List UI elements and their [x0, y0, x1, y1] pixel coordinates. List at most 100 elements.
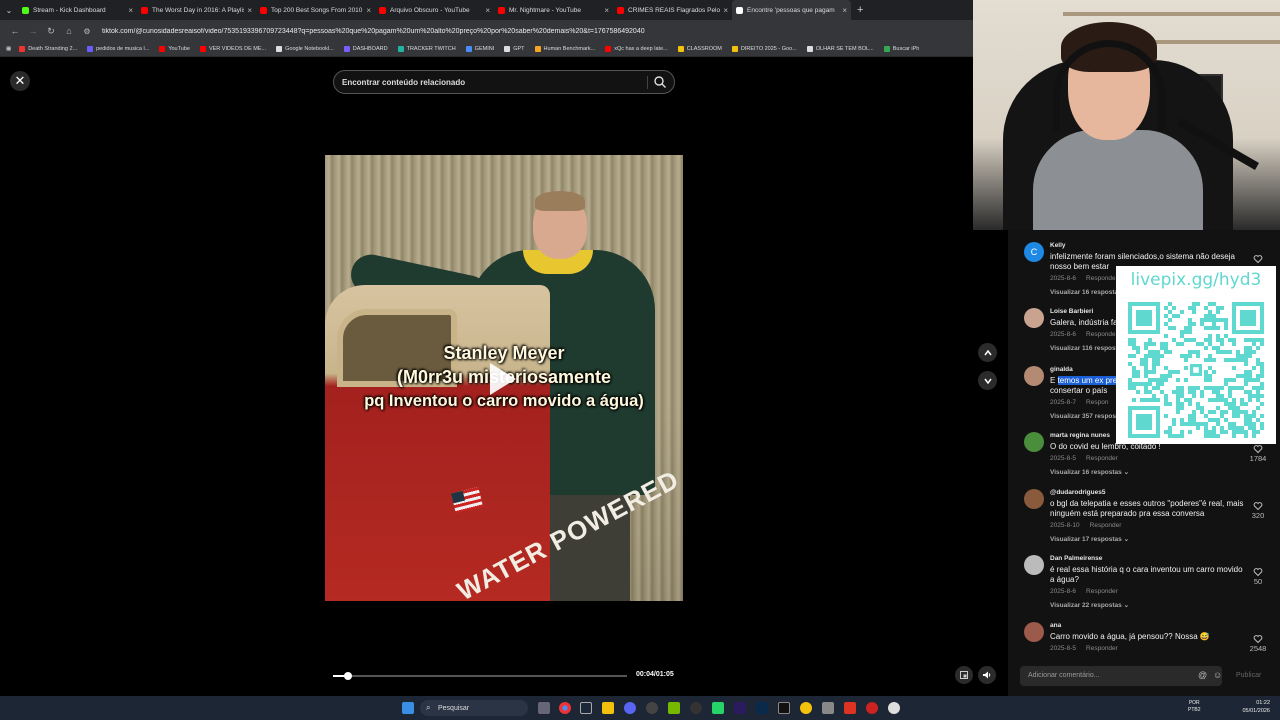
reply-button[interactable]: Responder: [1086, 331, 1118, 338]
heart-icon[interactable]: [1253, 501, 1263, 511]
floating-player-button[interactable]: [955, 666, 973, 684]
task-view-icon[interactable]: [538, 702, 550, 714]
view-replies-button[interactable]: Visualizar 16 respostas ⌄: [1050, 468, 1129, 476]
reply-button[interactable]: Responder: [1086, 645, 1118, 652]
notes-icon[interactable]: [800, 702, 812, 714]
avatar[interactable]: [1024, 489, 1044, 509]
tab-close-icon[interactable]: ×: [366, 6, 371, 15]
comment-author[interactable]: ana: [1050, 622, 1061, 629]
bookmark-item[interactable]: pedidos de musica l...: [87, 46, 149, 52]
capcut-icon[interactable]: [778, 702, 790, 714]
play-icon[interactable]: [490, 363, 516, 395]
tab-close-icon[interactable]: ×: [604, 6, 609, 15]
heart-icon[interactable]: [1253, 254, 1263, 264]
comment-author[interactable]: @dudarodrigues5: [1050, 489, 1105, 496]
app-icon[interactable]: [690, 702, 702, 714]
back-icon[interactable]: ←: [6, 26, 24, 36]
bookmark-item[interactable]: Buscar iPh: [883, 46, 919, 52]
avatar[interactable]: C: [1024, 242, 1044, 262]
tab-close-icon[interactable]: ×: [128, 6, 133, 15]
related-search-input[interactable]: Encontrar conteúdo relacionado: [333, 70, 675, 94]
windows-start-icon[interactable]: [402, 702, 414, 714]
premiere-icon[interactable]: [734, 702, 746, 714]
new-tab-button[interactable]: +: [857, 4, 863, 16]
app4-icon[interactable]: [888, 702, 900, 714]
tab-close-icon[interactable]: ×: [842, 6, 847, 15]
browser-tab[interactable]: Mr. Nightmare - YouTube ×: [494, 0, 613, 20]
bookmark-item[interactable]: GEMINI: [465, 46, 494, 52]
site-info-icon[interactable]: ⚙: [78, 27, 96, 36]
tab-search-icon[interactable]: ⌄: [0, 6, 18, 15]
video-frame[interactable]: WATER POWERED Stanley Meyer (M0rr3u mist…: [325, 155, 683, 601]
view-replies-button[interactable]: Visualizar 22 respostas ⌄: [1050, 601, 1129, 609]
steam-icon[interactable]: [580, 702, 592, 714]
view-replies-button[interactable]: Visualizar 17 respostas ⌄: [1050, 535, 1129, 543]
forward-icon[interactable]: →: [24, 26, 42, 36]
bookmark-item[interactable]: TRACKER TWITCH: [397, 46, 456, 52]
bookmark-item[interactable]: GPT: [504, 46, 525, 52]
browser-tab[interactable]: Encontre 'pessoas que pagam ×: [732, 0, 851, 20]
progress-handle[interactable]: [343, 672, 352, 680]
comment-input[interactable]: Adicionar comentário...: [1020, 666, 1222, 686]
bookmark-item[interactable]: OLHAR SE TEM BOL...: [806, 46, 874, 52]
browser-tab[interactable]: CRIMES REAIS Flagrados Pelo C ×: [613, 0, 732, 20]
comment-author[interactable]: marta regina nunes: [1050, 432, 1110, 439]
apps-icon[interactable]: ▦: [6, 46, 11, 52]
bookmark-item[interactable]: DASHBOARD: [343, 46, 388, 52]
avatar[interactable]: [1024, 622, 1044, 642]
clock[interactable]: 01:22 05/01/2026: [1242, 699, 1270, 715]
volume-button[interactable]: [978, 666, 996, 684]
comment-author[interactable]: Kelly: [1050, 242, 1066, 249]
bookmark-item[interactable]: Human Benchmark...: [534, 46, 595, 52]
tab-close-icon[interactable]: ×: [723, 6, 728, 15]
search-icon[interactable]: [653, 75, 667, 89]
language-indicator[interactable]: POR PTB2: [1188, 700, 1201, 714]
avatar[interactable]: [1024, 366, 1044, 386]
whatsapp-icon[interactable]: [712, 702, 724, 714]
bookmark-item[interactable]: Death Stranding 2...: [19, 46, 77, 52]
home-icon[interactable]: ⌂: [60, 26, 78, 36]
browser-tab[interactable]: The Worst Day in 2016: A Playlis ×: [137, 0, 256, 20]
browser-tab[interactable]: Stream - Kick Dashboard ×: [18, 0, 137, 20]
reply-button[interactable]: Responder: [1086, 275, 1118, 282]
tab-close-icon[interactable]: ×: [485, 6, 490, 15]
reload-icon[interactable]: ↻: [42, 26, 60, 37]
reply-button[interactable]: Responder: [1090, 522, 1122, 529]
reply-button[interactable]: Respon: [1086, 399, 1108, 406]
file-explorer-icon[interactable]: [602, 702, 614, 714]
bookmark-item[interactable]: DIREITO 2025 - Goo...: [731, 46, 797, 52]
heart-icon[interactable]: [1253, 634, 1263, 644]
heart-icon[interactable]: [1253, 444, 1263, 454]
url-text[interactable]: tiktok.com/@curiosidadesreaisof/video/75…: [102, 28, 962, 35]
publish-button[interactable]: Publicar: [1236, 672, 1261, 679]
progress-bar[interactable]: [333, 672, 627, 680]
next-video-button[interactable]: [978, 371, 997, 390]
heart-icon[interactable]: [1253, 567, 1263, 577]
close-icon[interactable]: ✕: [10, 71, 30, 91]
tab-close-icon[interactable]: ×: [247, 6, 252, 15]
nvidia-icon[interactable]: [668, 702, 680, 714]
avatar[interactable]: [1024, 308, 1044, 328]
obs-icon[interactable]: [646, 702, 658, 714]
avatar[interactable]: [1024, 432, 1044, 452]
bookmark-item[interactable]: xQc has a deep late...: [605, 46, 668, 52]
avatar[interactable]: [1024, 555, 1044, 575]
discord-icon[interactable]: [624, 702, 636, 714]
bookmark-item[interactable]: Google Notebookl...: [276, 46, 334, 52]
reply-button[interactable]: Responder: [1086, 455, 1118, 462]
previous-video-button[interactable]: [978, 343, 997, 362]
mention-icon[interactable]: @: [1198, 670, 1207, 680]
app2-icon[interactable]: [822, 702, 834, 714]
app3-icon[interactable]: [866, 702, 878, 714]
pdf-icon[interactable]: [844, 702, 856, 714]
chrome-icon[interactable]: [559, 702, 571, 714]
bookmark-item[interactable]: YouTube: [159, 46, 190, 52]
browser-tab[interactable]: Arquivo Obscuro - YouTube ×: [375, 0, 494, 20]
reply-button[interactable]: Responder: [1086, 588, 1118, 595]
comment-author[interactable]: Loise Barbieri: [1050, 308, 1093, 315]
browser-tab[interactable]: Top 200 Best Songs From 2010 ×: [256, 0, 375, 20]
taskbar-search[interactable]: ⌕ Pesquisar: [420, 700, 528, 716]
bookmark-item[interactable]: VER VIDEOS DE ME...: [199, 46, 266, 52]
bookmark-item[interactable]: CLASSROOM: [677, 46, 722, 52]
photoshop-icon[interactable]: [756, 702, 768, 714]
